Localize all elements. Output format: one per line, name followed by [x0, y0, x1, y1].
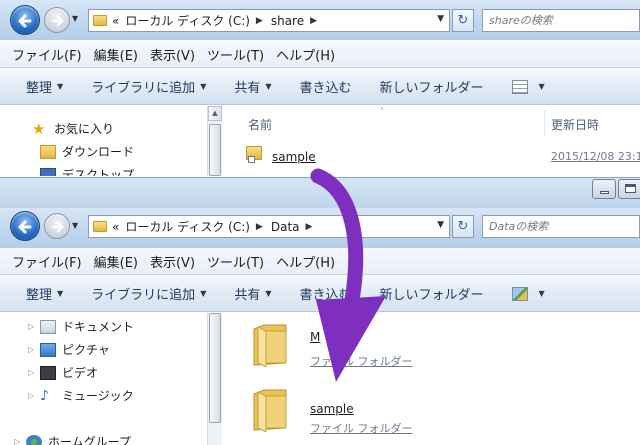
arrowhead-icon — [316, 296, 386, 382]
arrow-shaft — [310, 168, 364, 308]
move-arrow-overlay — [310, 168, 386, 382]
